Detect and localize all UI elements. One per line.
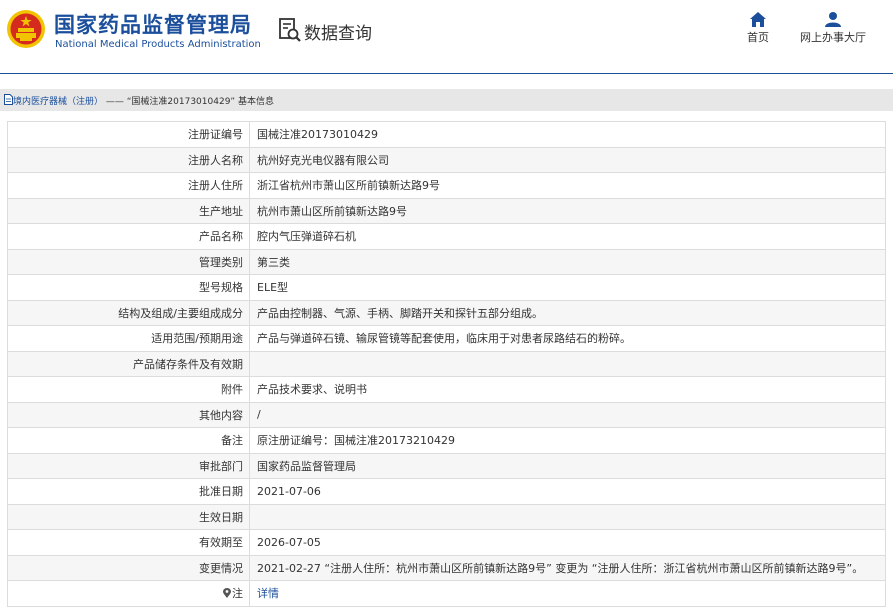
table-row: 适用范围/预期用途 产品与弹道碎石镜、输尿管镜等配套使用，临床用于对患者尿路结石的… [7, 325, 886, 352]
row-value: 杭州市萧山区所前镇新达路9号 [249, 197, 886, 224]
table-row: 有效期至 2026-07-05 [7, 529, 886, 556]
table-row: 附件 产品技术要求、说明书 [7, 376, 886, 403]
row-label: 管理类别 [7, 248, 250, 275]
detail-table-container: 注册证编号 国械注准20173010429 注册人名称 杭州好克光电仪器有限公司 注… [7, 121, 886, 607]
row-label: 结构及组成/主要组成成分 [7, 299, 250, 326]
note-value-cell: 详情 [249, 580, 886, 607]
table-row: 批准日期 2021-07-06 [7, 478, 886, 505]
row-value: 杭州好克光电仪器有限公司 [249, 146, 886, 173]
table-row: 注册证编号 国械注准20173010429 [7, 121, 886, 148]
row-value: 2026-07-05 [249, 529, 886, 556]
registration-detail-table: 注册证编号 国械注准20173010429 注册人名称 杭州好克光电仪器有限公司 注… [7, 121, 886, 607]
document-search-icon [279, 18, 301, 42]
header-divider [0, 73, 893, 74]
row-label: 注册人名称 [7, 146, 250, 173]
row-label: 有效期至 [7, 529, 250, 556]
row-value: / [249, 401, 886, 428]
breadcrumb-section-link[interactable]: 境内医疗器械（注册） [13, 97, 103, 107]
home-icon [750, 12, 766, 27]
row-value [249, 503, 886, 530]
national-emblem-icon [7, 10, 45, 48]
row-label: 批准日期 [7, 478, 250, 505]
table-row: 审批部门 国家药品监督管理局 [7, 452, 886, 479]
nav-home-label: 首页 [747, 31, 769, 44]
table-row: 备注 原注册证编号：国械注准20173210429 [7, 427, 886, 454]
row-value: 浙江省杭州市萧山区所前镇新达路9号 [249, 172, 886, 199]
breadcrumb-record: “国械注准20173010429” [126, 97, 236, 107]
row-label: 附件 [7, 376, 250, 403]
table-row: 结构及组成/主要组成成分 产品由控制器、气源、手柄、脚踏开关和探针五部分组成。 [7, 299, 886, 326]
table-row: 变更情况 2021-02-27 “注册人住所：杭州市萧山区所前镇新达路9号” 变更… [7, 554, 886, 581]
note-label-cell: 注 [7, 580, 250, 607]
table-row: 产品储存条件及有效期 [7, 350, 886, 377]
logo-title-cn[interactable]: 国家药品监督管理局 [54, 9, 252, 39]
breadcrumb-text: 境内医疗器械（注册） —— “国械注准20173010429” 基本信息 [13, 94, 274, 107]
user-icon [825, 12, 841, 27]
table-row: 注 详情 [7, 580, 886, 607]
table-row: 其他内容 / [7, 401, 886, 428]
logo-title-en[interactable]: National Medical Products Administration [55, 39, 261, 50]
row-label: 产品名称 [7, 223, 250, 250]
row-value: 腔内气压弹道碎石机 [249, 223, 886, 250]
breadcrumb: 境内医疗器械（注册） —— “国械注准20173010429” 基本信息 [0, 89, 893, 111]
table-row: 注册人住所 浙江省杭州市萧山区所前镇新达路9号 [7, 172, 886, 199]
row-value: ELE型 [249, 274, 886, 301]
row-value: 产品与弹道碎石镜、输尿管镜等配套使用，临床用于对患者尿路结石的粉碎。 [249, 325, 886, 352]
breadcrumb-suffix: 基本信息 [237, 97, 274, 107]
nav-online-office[interactable]: 网上办事大厅 [797, 12, 869, 45]
pin-icon [223, 588, 231, 599]
row-label: 注册证编号 [7, 121, 250, 148]
table-row: 生产地址 杭州市萧山区所前镇新达路9号 [7, 197, 886, 224]
row-label: 注册人住所 [7, 172, 250, 199]
nav-home[interactable]: 首页 [740, 12, 776, 45]
table-row: 生效日期 [7, 503, 886, 530]
row-value: 产品由控制器、气源、手柄、脚踏开关和探针五部分组成。 [249, 299, 886, 326]
row-label: 生产地址 [7, 197, 250, 224]
row-label: 生效日期 [7, 503, 250, 530]
page-section-title: 数据查询 [304, 24, 372, 44]
site-header: 国家药品监督管理局 National Medical Products Admi… [0, 0, 893, 74]
row-value: 2021-02-27 “注册人住所：杭州市萧山区所前镇新达路9号” 变更为 “注… [249, 554, 886, 581]
row-label: 其他内容 [7, 401, 250, 428]
row-label: 产品储存条件及有效期 [7, 350, 250, 377]
row-value: 国家药品监督管理局 [249, 452, 886, 479]
row-label: 适用范围/预期用途 [7, 325, 250, 352]
nav-online-office-label: 网上办事大厅 [800, 31, 866, 44]
breadcrumb-separator: —— [105, 97, 124, 107]
row-label: 备注 [7, 427, 250, 454]
row-value: 原注册证编号：国械注准20173210429 [249, 427, 886, 454]
details-link[interactable]: 详情 [257, 587, 279, 600]
row-value: 国械注准20173010429 [249, 121, 886, 148]
row-value: 2021-07-06 [249, 478, 886, 505]
row-label: 变更情况 [7, 554, 250, 581]
table-row: 型号规格 ELE型 [7, 274, 886, 301]
row-label: 注 [232, 587, 243, 601]
row-value: 第三类 [249, 248, 886, 275]
document-icon [4, 94, 13, 105]
row-value: 产品技术要求、说明书 [249, 376, 886, 403]
table-row: 产品名称 腔内气压弹道碎石机 [7, 223, 886, 250]
table-row: 管理类别 第三类 [7, 248, 886, 275]
table-row: 注册人名称 杭州好克光电仪器有限公司 [7, 146, 886, 173]
row-label: 型号规格 [7, 274, 250, 301]
row-value [249, 350, 886, 377]
row-label: 审批部门 [7, 452, 250, 479]
